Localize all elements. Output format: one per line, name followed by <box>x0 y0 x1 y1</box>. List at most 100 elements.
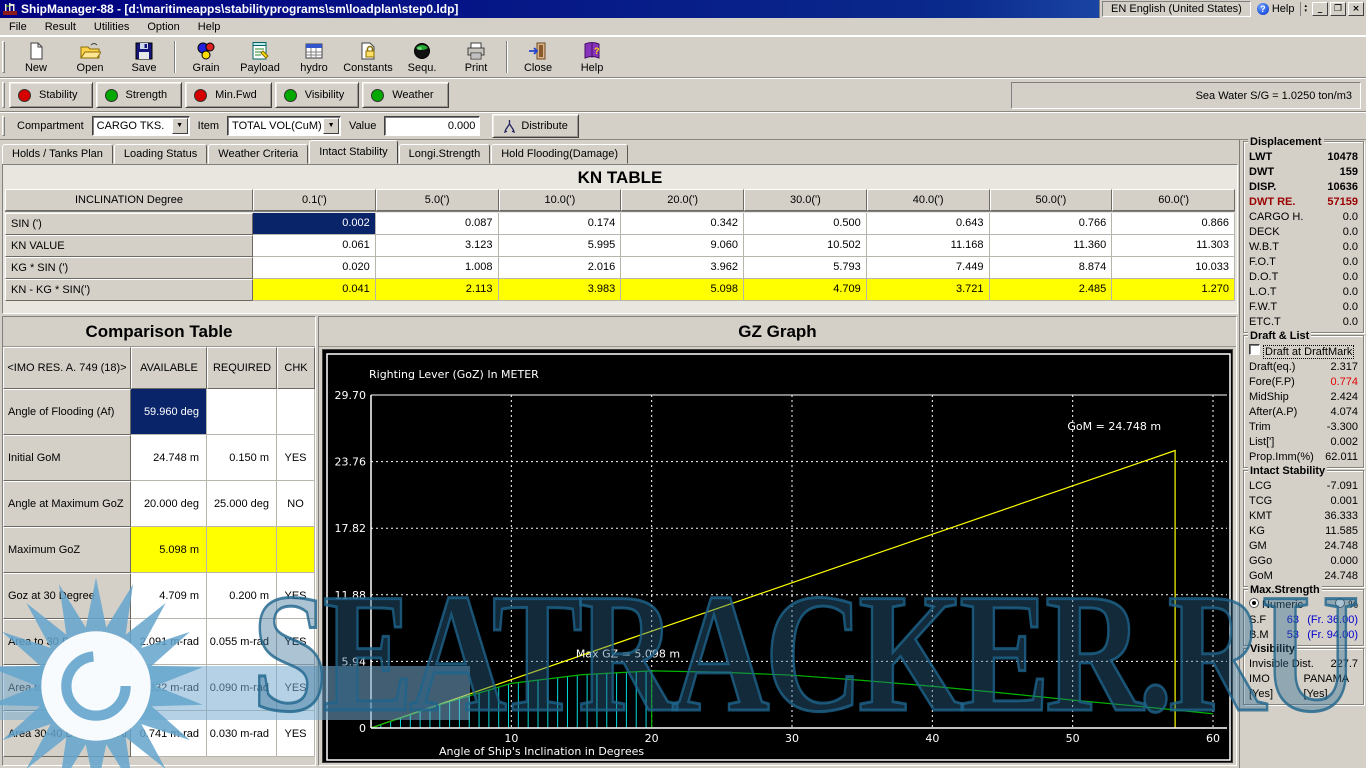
toolbar-grip[interactable] <box>2 116 5 137</box>
cmp-cell[interactable]: 4.709 m <box>131 573 207 619</box>
kn-cell[interactable]: 11.168 <box>867 235 990 257</box>
kn-cell[interactable]: 0.061 <box>253 235 376 257</box>
kn-cell-result[interactable]: 1.270 <box>1112 279 1235 301</box>
cmp-cell[interactable] <box>277 389 315 435</box>
help-toolbar-button[interactable]: ? Help <box>565 38 619 76</box>
weather-status-button[interactable]: Weather <box>362 82 448 108</box>
cmp-cell[interactable]: YES <box>277 435 315 481</box>
kn-cell[interactable]: 0.342 <box>621 213 744 235</box>
kn-cell[interactable]: 3.123 <box>376 235 499 257</box>
kn-cell[interactable]: 0.866 <box>1112 213 1235 235</box>
draft-at-draftmark-option[interactable]: Draft at DraftMark <box>1247 344 1360 360</box>
tab-intact-stability[interactable]: Intact Stability <box>309 140 397 164</box>
cmp-cell[interactable]: 0.200 m <box>207 573 277 619</box>
cmp-cell-maxgz[interactable]: 5.098 m <box>131 527 207 573</box>
tab-loading-status[interactable]: Loading Status <box>114 144 207 164</box>
cmp-cell[interactable]: 0.150 m <box>207 435 277 481</box>
value-input[interactable] <box>384 116 480 136</box>
distribute-button[interactable]: Distribute <box>492 114 578 138</box>
kn-cell[interactable]: 8.874 <box>990 257 1113 279</box>
menu-option[interactable]: Option <box>138 18 188 36</box>
kn-cell[interactable]: 11.360 <box>990 235 1113 257</box>
tab-hold-flooding[interactable]: Hold Flooding(Damage) <box>491 144 628 164</box>
menu-result[interactable]: Result <box>36 18 85 36</box>
hydro-button[interactable]: hydro <box>287 38 341 76</box>
kn-cell[interactable]: 0.087 <box>376 213 499 235</box>
cmp-cell-maxgz[interactable] <box>207 527 277 573</box>
cmp-cell[interactable]: 0.055 m-rad <box>207 619 277 665</box>
menu-utilities[interactable]: Utilities <box>85 18 138 36</box>
cmp-cell[interactable]: YES <box>277 665 315 711</box>
cmp-cell-maxgz[interactable] <box>277 527 315 573</box>
numeric-radio[interactable]: Numeric <box>1249 598 1303 613</box>
print-button[interactable]: Print <box>449 38 503 76</box>
strength-status-button[interactable]: Strength <box>96 82 183 108</box>
kn-cell-selected[interactable]: 0.002 <box>253 213 376 235</box>
toolbar-grip[interactable] <box>2 82 5 108</box>
kn-cell[interactable]: 5.793 <box>744 257 867 279</box>
cmp-cell[interactable]: 2.091 m-rad <box>131 619 207 665</box>
kn-cell-result[interactable]: 2.113 <box>376 279 499 301</box>
cmp-cell[interactable]: 2.832 m-rad <box>131 665 207 711</box>
tab-weather-criteria[interactable]: Weather Criteria <box>208 144 308 164</box>
help-button[interactable]: ? Help <box>1251 3 1301 15</box>
language-indicator[interactable]: EN English (United States) <box>1102 1 1251 17</box>
kn-cell[interactable]: 7.449 <box>867 257 990 279</box>
chevron-down-icon[interactable]: ▼ <box>323 118 339 134</box>
tab-longi-strength[interactable]: Longi.Strength <box>399 144 491 164</box>
cmp-cell[interactable]: 0.090 m-rad <box>207 665 277 711</box>
kn-cell[interactable]: 0.643 <box>867 213 990 235</box>
checkbox-icon[interactable] <box>1249 344 1260 355</box>
kn-cell-result[interactable]: 5.098 <box>621 279 744 301</box>
open-button[interactable]: Open <box>63 38 117 76</box>
kn-cell[interactable]: 0.020 <box>253 257 376 279</box>
cmp-cell[interactable]: YES <box>277 619 315 665</box>
constants-button[interactable]: Constants <box>341 38 395 76</box>
cmp-cell[interactable]: YES <box>277 573 315 619</box>
stability-status-button[interactable]: Stability <box>9 82 93 108</box>
cmp-cell[interactable]: 25.000 deg <box>207 481 277 527</box>
sequence-button[interactable]: Sequ. <box>395 38 449 76</box>
kn-cell[interactable]: 0.174 <box>499 213 622 235</box>
kn-cell-result[interactable]: 4.709 <box>744 279 867 301</box>
new-button[interactable]: New <box>9 38 63 76</box>
kn-cell[interactable]: 11.303 <box>1112 235 1235 257</box>
close-button[interactable]: × <box>1348 2 1364 16</box>
cmp-cell[interactable]: NO <box>277 481 315 527</box>
kn-cell[interactable]: 0.500 <box>744 213 867 235</box>
cmp-cell[interactable] <box>207 389 277 435</box>
kn-cell[interactable]: 0.766 <box>990 213 1113 235</box>
kn-cell-result[interactable]: 2.485 <box>990 279 1113 301</box>
cmp-cell[interactable]: 0.030 m-rad <box>207 711 277 757</box>
grain-button[interactable]: Grain <box>179 38 233 76</box>
kn-cell[interactable]: 10.033 <box>1112 257 1235 279</box>
kn-cell[interactable]: 10.502 <box>744 235 867 257</box>
kn-cell[interactable]: 9.060 <box>621 235 744 257</box>
close-file-button[interactable]: Close <box>511 38 565 76</box>
kn-cell[interactable]: 5.995 <box>499 235 622 257</box>
percent-radio[interactable]: % <box>1335 598 1358 613</box>
cmp-cell[interactable]: 24.748 m <box>131 435 207 481</box>
minimize-button[interactable]: _ <box>1312 2 1328 16</box>
item-dropdown[interactable]: TOTAL VOL(CuM) ▼ <box>227 116 341 136</box>
visibility-status-button[interactable]: Visibility <box>275 82 360 108</box>
save-button[interactable]: Save <box>117 38 171 76</box>
toolbar-options-icon[interactable]: ▴▾ <box>1300 2 1310 16</box>
menu-help[interactable]: Help <box>189 18 230 36</box>
restore-button[interactable]: ❐ <box>1330 2 1346 16</box>
payload-button[interactable]: Payload <box>233 38 287 76</box>
cmp-cell[interactable]: 0.741 m-rad <box>131 711 207 757</box>
tab-holds-tanks-plan[interactable]: Holds / Tanks Plan <box>2 144 113 164</box>
kn-cell[interactable]: 1.008 <box>376 257 499 279</box>
minfwd-status-button[interactable]: Min.Fwd <box>185 82 272 108</box>
kn-cell-result[interactable]: 0.041 <box>253 279 376 301</box>
kn-cell-result[interactable]: 3.721 <box>867 279 990 301</box>
kn-cell[interactable]: 3.962 <box>621 257 744 279</box>
cmp-cell[interactable]: 20.000 deg <box>131 481 207 527</box>
chevron-down-icon[interactable]: ▼ <box>172 118 188 134</box>
menu-file[interactable]: File <box>0 18 36 36</box>
toolbar-grip[interactable] <box>2 41 5 73</box>
compartment-dropdown[interactable]: CARGO TKS. ▼ <box>92 116 190 136</box>
kn-cell[interactable]: 2.016 <box>499 257 622 279</box>
cmp-cell-selected[interactable]: 59.960 deg <box>131 389 207 435</box>
